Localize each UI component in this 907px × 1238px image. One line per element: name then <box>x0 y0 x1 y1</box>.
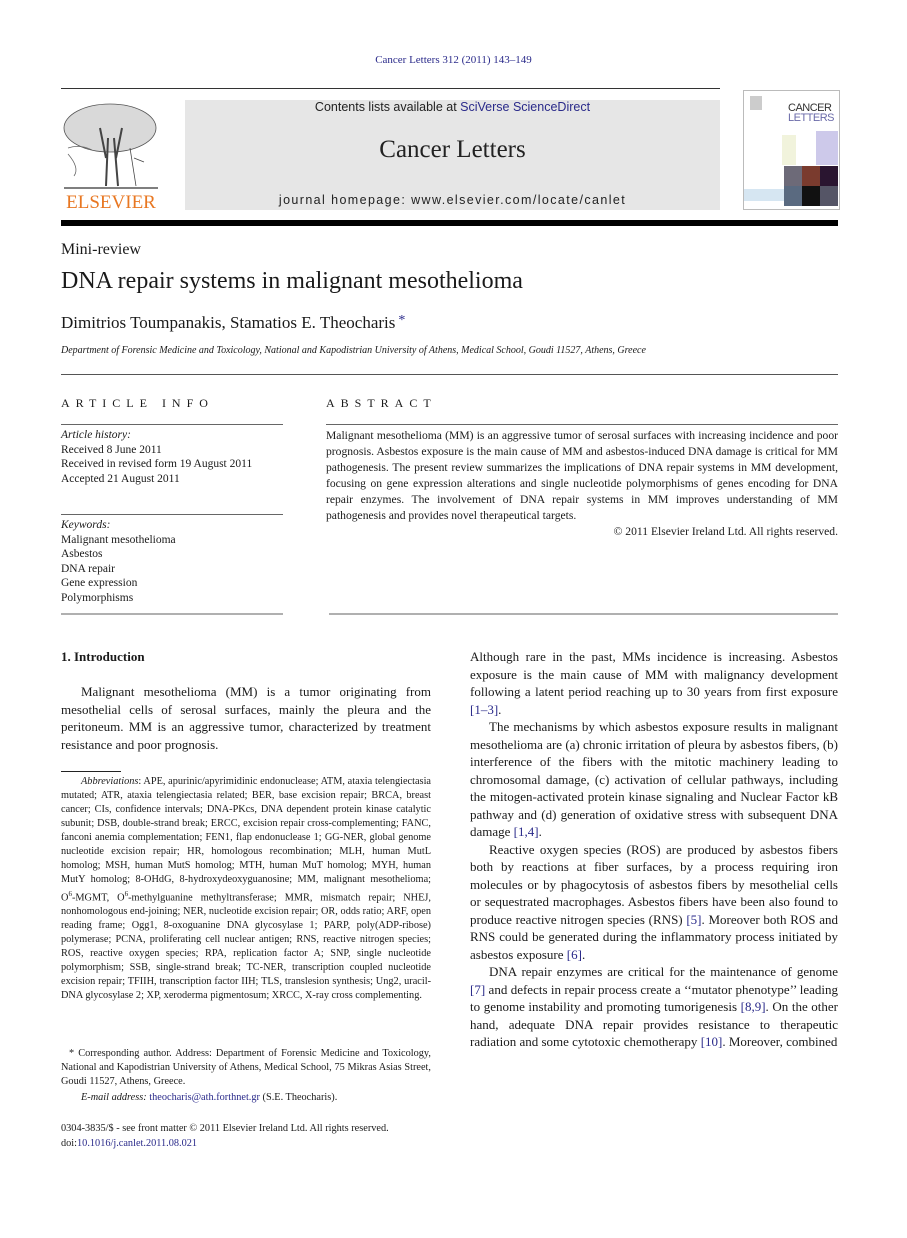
cover-deco-block <box>782 135 796 165</box>
cover-elsevier-badge-icon <box>750 96 762 110</box>
journal-name: Cancer Letters <box>379 136 526 163</box>
divider <box>329 613 838 615</box>
keywords-label: Keywords: <box>61 519 111 531</box>
journal-homepage-link[interactable]: journal homepage: www.elsevier.com/locat… <box>185 193 720 207</box>
article-history: Article history: Received 8 June 2011 Re… <box>61 428 252 486</box>
abbreviations-text: -MGMT, O <box>71 892 125 904</box>
corresponding-author-link[interactable]: * <box>398 313 405 328</box>
divider <box>61 514 283 515</box>
cover-micrograph <box>820 186 838 206</box>
contents-prefix: Contents lists available at <box>314 100 461 114</box>
doi-label: doi: <box>61 1138 78 1149</box>
footnote-rule <box>61 771 121 772</box>
citation-link[interactable]: [5] <box>686 912 701 927</box>
email-link[interactable]: theocharis@ath.forthnet.gr <box>149 1092 260 1103</box>
keyword-item: Asbestos <box>61 548 103 560</box>
corresponding-author-footnote: * Corresponding author. Address: Departm… <box>61 1048 431 1087</box>
cover-micrograph <box>802 186 820 206</box>
citation-link[interactable]: [8,9] <box>741 999 766 1014</box>
divider <box>61 613 283 615</box>
keyword-item: Polymorphisms <box>61 591 134 604</box>
right-column: Although rare in the past, MMs incidence… <box>470 648 838 1051</box>
cover-title: CANCER LETTERS <box>788 103 835 124</box>
cover-micrograph <box>784 186 802 206</box>
history-item: Received in revised form 19 August 2011 <box>61 458 253 470</box>
abstract-body: Malignant mesothelioma (MM) is an aggres… <box>326 428 838 540</box>
history-item: Received 8 June 2011 <box>61 443 162 456</box>
cover-micrograph <box>820 166 838 186</box>
author-names: Dimitrios Toumpanakis, Stamatios E. Theo… <box>61 313 396 332</box>
abstract-text: Malignant mesothelioma (MM) is an aggres… <box>326 429 838 522</box>
paragraph-text: . Moreover, combined <box>722 1034 838 1049</box>
authors: Dimitrios Toumpanakis, Stamatios E. Theo… <box>61 313 405 333</box>
citation-link[interactable]: [1–3] <box>470 702 498 717</box>
cover-micrograph <box>784 166 802 186</box>
paragraph: The mechanisms by which asbestos exposur… <box>470 719 838 839</box>
doi-link[interactable]: 10.1016/j.canlet.2011.08.021 <box>77 1138 197 1149</box>
article-title: DNA repair systems in malignant mesothel… <box>61 268 523 294</box>
contents-line: Contents lists available at SciVerse Sci… <box>185 100 720 114</box>
paragraph: Although rare in the past, MMs incidence… <box>470 649 838 717</box>
cover-deco-block <box>744 189 784 201</box>
elsevier-logo-text: ELSEVIER <box>66 192 156 213</box>
abstract-copyright: © 2011 Elsevier Ireland Ltd. All rights … <box>613 525 838 538</box>
article-history-label: Article history: <box>61 429 131 441</box>
keyword-item: Gene expression <box>61 577 138 589</box>
front-matter: 0304-3835/$ - see front matter © 2011 El… <box>61 1121 389 1151</box>
doi-line: doi:10.1016/j.canlet.2011.08.021 <box>61 1136 389 1151</box>
email-suffix: (S.E. Theocharis). <box>259 1092 338 1103</box>
paragraph-text: Although rare in the past, MMs incidence… <box>470 649 838 699</box>
abbreviations-text: -methylguanine methyltransferase; MMR, m… <box>61 892 431 1002</box>
abbreviations-footnote: Abbreviations: APE, apurinic/apyrimidini… <box>61 775 431 1003</box>
email-footnote: E-mail address: theocharis@ath.forthnet.… <box>61 1091 431 1105</box>
divider <box>61 374 838 375</box>
journal-banner: Contents lists available at SciVerse Sci… <box>185 100 720 210</box>
keyword-item: Malignant mesothelioma <box>61 533 176 546</box>
sciencedirect-link[interactable]: SciVerse ScienceDirect <box>460 100 590 114</box>
header-rule <box>61 88 720 89</box>
abbreviations-text: : APE, apurinic/apyrimidinic endonucleas… <box>61 776 431 904</box>
journal-cover-image: CANCER LETTERS <box>743 90 840 210</box>
header-thick-rule <box>61 220 838 226</box>
paragraph: DNA repair enzymes are critical for the … <box>470 963 838 1051</box>
front-matter-text: 0304-3835/$ - see front matter © 2011 El… <box>61 1123 389 1134</box>
citation-link[interactable]: [6] <box>567 947 582 962</box>
journal-reference-link[interactable]: Cancer Letters 312 (2011) 143–149 <box>0 54 907 66</box>
article-type: Mini-review <box>61 241 141 258</box>
affiliation: Department of Forensic Medicine and Toxi… <box>61 345 646 356</box>
divider <box>326 424 838 425</box>
email-label: E-mail address: <box>81 1092 147 1103</box>
paragraph-text: DNA repair enzymes are critical for the … <box>489 964 838 979</box>
paragraph: Reactive oxygen species (ROS) are produc… <box>470 841 838 962</box>
history-item: Accepted 21 August 2011 <box>61 472 180 485</box>
section-heading-introduction: 1. Introduction <box>61 649 145 664</box>
keywords: Keywords: Malignant mesothelioma Asbesto… <box>61 518 176 605</box>
paragraph-text: The mechanisms by which asbestos exposur… <box>470 719 838 839</box>
cover-micrograph <box>802 166 820 186</box>
intro-paragraph: Malignant mesothelioma (MM) is a tumor o… <box>61 684 431 752</box>
abstract-heading: ABSTRACT <box>326 396 437 410</box>
keyword-item: DNA repair <box>61 562 115 575</box>
cover-deco-block <box>816 131 838 165</box>
cover-title-line2: LETTERS <box>788 112 835 124</box>
divider <box>61 424 283 425</box>
abbreviations-label: Abbreviations <box>81 776 139 787</box>
citation-link[interactable]: [7] <box>470 982 485 997</box>
citation-link[interactable]: [1,4] <box>514 824 539 839</box>
article-info-heading: ARTICLE INFO <box>61 396 214 410</box>
citation-link[interactable]: [10] <box>701 1034 723 1049</box>
